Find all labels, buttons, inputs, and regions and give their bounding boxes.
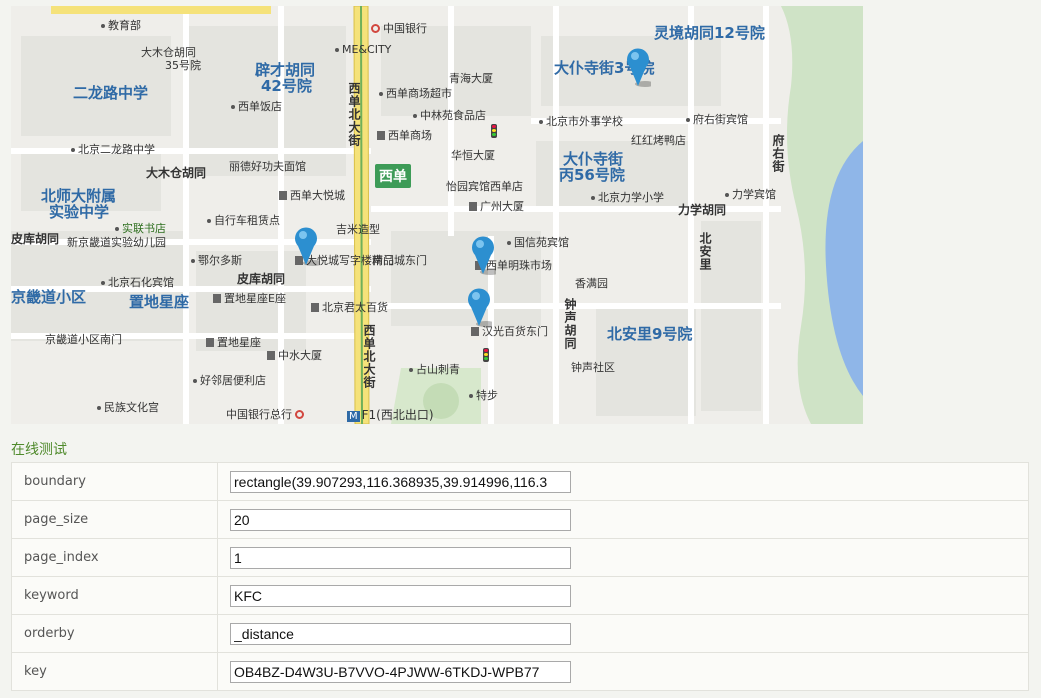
poi-label: 吉米造型 — [336, 223, 380, 236]
poi-label: 大木仓胡同 — [141, 46, 196, 59]
poi-label: 占山刺青 — [409, 364, 460, 375]
poi-label: 钟声社区 — [571, 361, 615, 374]
poi-label: 自行车租赁点 — [207, 215, 280, 226]
poi-label: 北京市外事学校 — [539, 116, 623, 127]
api-key-input[interactable] — [230, 660, 571, 683]
poi-label: 精品城东门 — [372, 254, 427, 267]
poi-label: 力学宾馆 — [725, 189, 776, 200]
district-label: 丙56号院 — [559, 166, 625, 184]
param-row: key — [11, 652, 1029, 691]
district-label: 灵境胡同12号院 — [654, 24, 765, 42]
poi-label: 北京君太百货 — [311, 302, 388, 313]
orderby-input[interactable] — [230, 622, 571, 645]
poi-label: 鄂尔多斯 — [191, 255, 242, 266]
district-label: 实验中学 — [49, 203, 110, 221]
poi-label: 北京石化宾馆 — [101, 277, 174, 288]
param-row: keyword — [11, 576, 1029, 615]
poi-label: 民族文化宫 — [97, 402, 159, 413]
poi-label: 府右街宾馆 — [686, 114, 748, 125]
boundary-input[interactable] — [230, 470, 571, 493]
poi-label: 新京畿道实验幼儿园 — [67, 236, 166, 249]
param-key: keyword — [11, 576, 218, 615]
district-label: 辟才胡同 — [255, 61, 316, 79]
road-label: 力学胡同 — [678, 203, 727, 217]
param-key: orderby — [11, 614, 218, 653]
poi-label: 中国银行总行 — [226, 409, 307, 420]
poi-label: 特步 — [469, 390, 498, 401]
poi-label: 置地星座 — [206, 337, 261, 348]
district-label: 大仆寺街 — [563, 150, 624, 168]
param-row: page_size — [11, 500, 1029, 539]
poi-label: 国信苑宾馆 — [507, 237, 569, 248]
param-key: page_size — [11, 500, 218, 539]
page-size-input[interactable] — [230, 508, 571, 531]
xidan-station-badge: 西单 — [375, 164, 411, 188]
poi-label: ME&CITY — [335, 44, 391, 55]
poi-label: 北京力学小学 — [591, 192, 664, 203]
poi-label: 北京二龙路中学 — [71, 144, 155, 155]
traffic-light-icon — [491, 124, 497, 138]
poi-label: 京畿道小区南门 — [45, 333, 122, 346]
map-base — [11, 6, 863, 424]
road-label: 皮库胡同 — [11, 232, 60, 246]
poi-label: 教育部 — [101, 20, 141, 31]
map-view[interactable]: 灵境胡同12号院 大仆寺街3号院 辟才胡同 42号院 二龙路中学 大仆寺街 丙5… — [11, 6, 863, 424]
road-label: 钟声胡同 — [563, 298, 577, 350]
poi-label: 好邻居便利店 — [193, 375, 266, 386]
poi-label: 丽德好功夫面馆 — [229, 160, 306, 173]
road-label: 皮库胡同 — [237, 272, 286, 286]
road-label: 西单北大街 — [362, 324, 376, 389]
road-label: 大木仓胡同 — [146, 166, 207, 180]
param-key: page_index — [11, 538, 218, 577]
road-label: 府右街 — [771, 134, 785, 173]
params-table: boundary page_size page_index keyword or… — [11, 462, 1029, 691]
poi-label: 广州大厦 — [469, 201, 524, 212]
map-marker-icon[interactable] — [625, 47, 651, 87]
poi-label: 实联书店 — [115, 223, 166, 234]
map-marker-icon[interactable] — [293, 226, 319, 266]
section-title: 在线测试 — [11, 442, 67, 458]
poi-label: 青海大厦 — [449, 72, 493, 85]
map-marker-icon[interactable] — [466, 287, 492, 327]
keyword-input[interactable] — [230, 584, 571, 607]
poi-label: 西单饭店 — [231, 101, 282, 112]
param-row: page_index — [11, 538, 1029, 577]
district-label: 置地星座 — [129, 293, 190, 311]
district-label: 42号院 — [261, 77, 312, 95]
subway-exit-label: M F1(西北出口) — [347, 408, 434, 422]
district-label: 北安里9号院 — [607, 325, 693, 343]
subway-icon: M — [347, 411, 360, 422]
map-marker-icon[interactable] — [470, 235, 496, 275]
poi-label: 35号院 — [165, 59, 201, 72]
param-row: orderby — [11, 614, 1029, 653]
poi-label: 西单商场 — [377, 130, 432, 141]
district-label: 京畿道小区 — [11, 288, 87, 306]
page-index-input[interactable] — [230, 546, 571, 569]
poi-label: 华恒大厦 — [451, 149, 495, 162]
param-key: key — [11, 652, 218, 691]
poi-label: 西单大悦城 — [279, 190, 345, 201]
poi-label: 红红烤鸭店 — [631, 134, 686, 147]
road-label: 北安里 — [698, 232, 712, 271]
district-label: 二龙路中学 — [73, 84, 149, 102]
poi-label: 怡园宾馆西单店 — [446, 180, 523, 193]
poi-label: 中林苑食品店 — [413, 110, 486, 121]
poi-label: 汉光百货东门 — [471, 326, 548, 337]
poi-label: 香满园 — [575, 277, 608, 290]
poi-label: 中国银行 — [371, 23, 427, 34]
district-label: 北师大附属 — [41, 187, 117, 205]
poi-label: 中水大厦 — [267, 350, 322, 361]
road-label: 西单北大街 — [347, 82, 361, 147]
poi-label: 置地星座E座 — [213, 293, 286, 304]
param-key: boundary — [11, 462, 218, 501]
poi-label: 西单商场超市 — [379, 88, 452, 99]
traffic-light-icon — [483, 348, 489, 362]
param-row: boundary — [11, 462, 1029, 501]
